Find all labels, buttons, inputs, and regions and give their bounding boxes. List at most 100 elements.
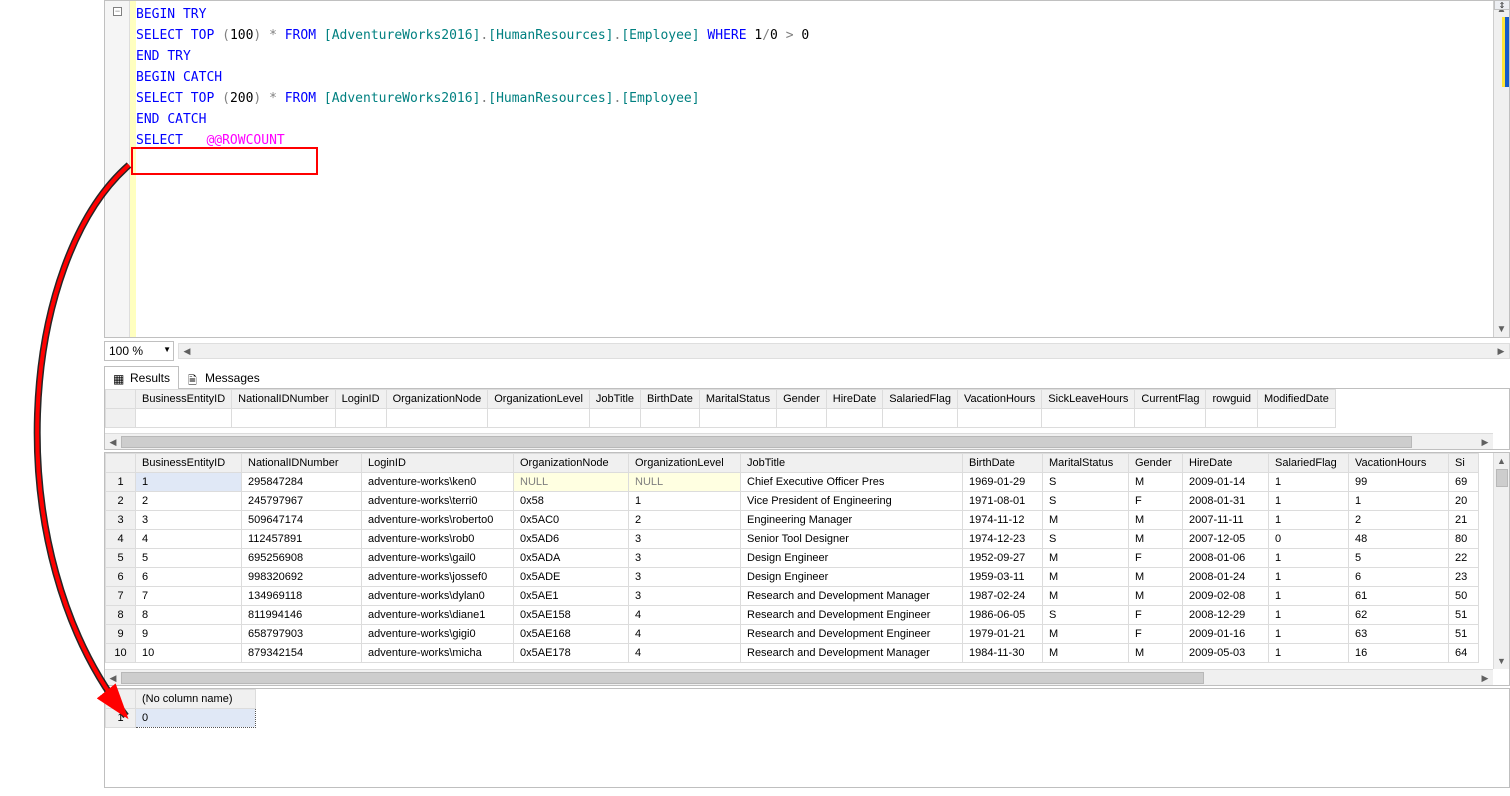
tab-messages[interactable]: Messages — [179, 366, 269, 389]
grid-hscroll[interactable]: ◀ ▶ — [105, 669, 1493, 685]
cell[interactable]: Senior Tool Designer — [741, 530, 963, 549]
cell[interactable]: 1 — [1269, 473, 1349, 492]
cell[interactable]: 4 — [629, 625, 741, 644]
cell[interactable]: 1969-01-29 — [963, 473, 1043, 492]
scroll-thumb[interactable] — [1496, 469, 1508, 487]
cell[interactable]: 1 — [1269, 568, 1349, 587]
cell[interactable] — [883, 409, 958, 428]
column-header[interactable]: BusinessEntityID — [136, 454, 242, 473]
cell[interactable]: 20 — [1449, 492, 1479, 511]
cell[interactable]: 0x5AE178 — [514, 644, 629, 663]
cell[interactable]: adventure-works\ken0 — [362, 473, 514, 492]
cell[interactable]: adventure-works\diane1 — [362, 606, 514, 625]
cell[interactable]: 245797967 — [242, 492, 362, 511]
cell[interactable]: 62 — [1349, 606, 1449, 625]
cell[interactable]: 1 — [1349, 492, 1449, 511]
cell[interactable]: 1 — [1269, 587, 1349, 606]
cell[interactable]: Research and Development Manager — [741, 644, 963, 663]
column-header[interactable]: MaritalStatus — [1043, 454, 1129, 473]
cell[interactable]: M — [1129, 587, 1183, 606]
cell[interactable]: 2008-01-31 — [1183, 492, 1269, 511]
cell[interactable]: M — [1043, 511, 1129, 530]
scroll-left-icon[interactable]: ◀ — [105, 670, 121, 686]
cell[interactable]: adventure-works\rob0 — [362, 530, 514, 549]
cell[interactable]: Research and Development Engineer — [741, 606, 963, 625]
row-header[interactable]: 9 — [106, 625, 136, 644]
column-header[interactable]: NationalIDNumber — [232, 390, 335, 409]
cell[interactable]: adventure-works\gigi0 — [362, 625, 514, 644]
cell[interactable]: M — [1043, 625, 1129, 644]
cell[interactable] — [589, 409, 640, 428]
cell[interactable]: 1987-02-24 — [963, 587, 1043, 606]
cell[interactable]: 1 — [1269, 511, 1349, 530]
cell[interactable]: 1 — [1269, 492, 1349, 511]
row-header[interactable]: 6 — [106, 568, 136, 587]
column-header[interactable]: CurrentFlag — [1135, 390, 1206, 409]
cell[interactable]: 64 — [1449, 644, 1479, 663]
cell[interactable]: 2009-01-16 — [1183, 625, 1269, 644]
cell[interactable]: 2007-11-11 — [1183, 511, 1269, 530]
cell[interactable]: 2 — [136, 492, 242, 511]
cell[interactable]: NULL — [629, 473, 741, 492]
cell[interactable] — [1135, 409, 1206, 428]
cell[interactable]: 658797903 — [242, 625, 362, 644]
row-header[interactable]: 2 — [106, 492, 136, 511]
scroll-right-icon[interactable]: ▶ — [1493, 344, 1509, 358]
column-header[interactable]: HireDate — [1183, 454, 1269, 473]
row-header[interactable]: 8 — [106, 606, 136, 625]
cell[interactable] — [1042, 409, 1135, 428]
column-header[interactable]: OrganizationNode — [514, 454, 629, 473]
cell[interactable]: 63 — [1349, 625, 1449, 644]
cell[interactable]: 0x5ADE — [514, 568, 629, 587]
cell[interactable]: S — [1043, 606, 1129, 625]
cell[interactable]: 998320692 — [242, 568, 362, 587]
column-header[interactable]: VacationHours — [957, 390, 1041, 409]
cell[interactable]: 0x5AE1 — [514, 587, 629, 606]
scroll-right-icon[interactable]: ▶ — [1477, 434, 1493, 450]
cell[interactable]: 1971-08-01 — [963, 492, 1043, 511]
row-header[interactable]: 10 — [106, 644, 136, 663]
cell[interactable]: 1984-11-30 — [963, 644, 1043, 663]
cell[interactable]: 1986-06-05 — [963, 606, 1043, 625]
cell[interactable] — [826, 409, 882, 428]
cell[interactable]: M — [1043, 568, 1129, 587]
results-grid-3[interactable]: (No column name)10 — [104, 688, 1510, 788]
cell[interactable]: F — [1129, 549, 1183, 568]
cell[interactable]: 6 — [1349, 568, 1449, 587]
column-header[interactable]: rowguid — [1206, 390, 1258, 409]
cell[interactable]: 51 — [1449, 625, 1479, 644]
cell[interactable]: adventure-works\roberto0 — [362, 511, 514, 530]
cell[interactable]: 7 — [136, 587, 242, 606]
scroll-up-icon[interactable]: ▲ — [1494, 453, 1509, 469]
cell[interactable]: 22 — [1449, 549, 1479, 568]
results-grid-1[interactable]: BusinessEntityIDNationalIDNumberLoginIDO… — [104, 388, 1510, 450]
cell[interactable]: 3 — [629, 549, 741, 568]
cell[interactable]: 1979-01-21 — [963, 625, 1043, 644]
cell[interactable]: 1 — [1269, 606, 1349, 625]
row-header[interactable]: 4 — [106, 530, 136, 549]
cell[interactable]: Research and Development Engineer — [741, 625, 963, 644]
scroll-left-icon[interactable]: ◀ — [179, 344, 195, 358]
cell[interactable] — [136, 409, 232, 428]
row-header[interactable]: 7 — [106, 587, 136, 606]
scroll-thumb[interactable] — [121, 672, 1204, 684]
cell[interactable]: 48 — [1349, 530, 1449, 549]
cell[interactable]: 0x5ADA — [514, 549, 629, 568]
column-header[interactable]: BirthDate — [641, 390, 700, 409]
cell[interactable]: M — [1129, 644, 1183, 663]
column-header[interactable]: SickLeaveHours — [1042, 390, 1135, 409]
cell[interactable]: 3 — [629, 587, 741, 606]
cell[interactable]: S — [1043, 473, 1129, 492]
cell[interactable] — [1206, 409, 1258, 428]
cell[interactable]: 4 — [629, 606, 741, 625]
cell[interactable]: 295847284 — [242, 473, 362, 492]
cell[interactable] — [1258, 409, 1336, 428]
cell[interactable]: 1 — [1269, 644, 1349, 663]
cell[interactable] — [232, 409, 335, 428]
row-header[interactable]: 1 — [106, 473, 136, 492]
cell[interactable]: Research and Development Manager — [741, 587, 963, 606]
column-header[interactable]: HireDate — [826, 390, 882, 409]
column-header[interactable]: LoginID — [335, 390, 386, 409]
column-header[interactable]: SalariedFlag — [883, 390, 958, 409]
cell[interactable]: 0x58 — [514, 492, 629, 511]
